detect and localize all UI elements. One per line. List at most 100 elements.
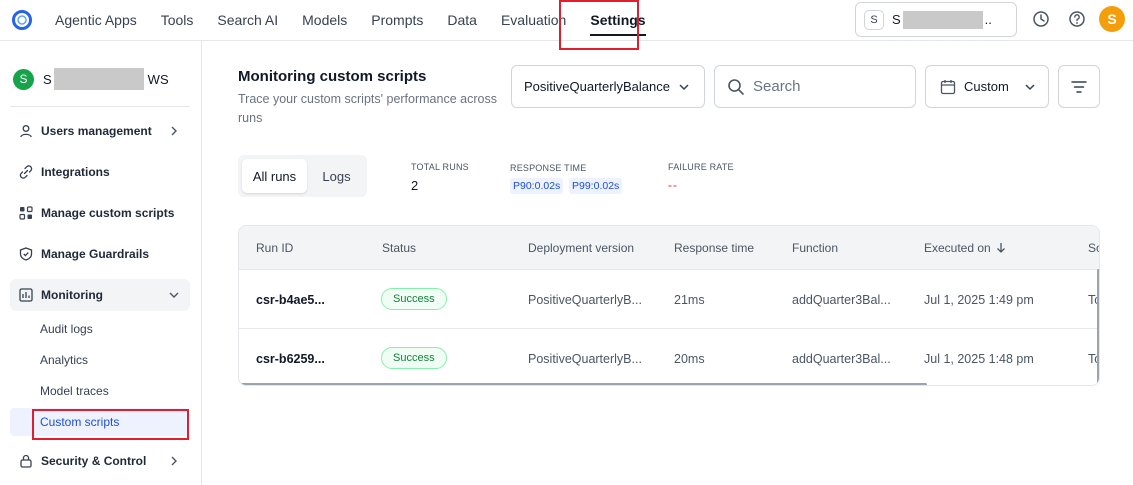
page-title: Monitoring custom scripts: [238, 68, 427, 85]
tab-all-runs[interactable]: All runs: [242, 159, 307, 193]
page-subtitle: Trace your custom scripts' performance a…: [238, 92, 497, 125]
table-header: Run ID Status Deployment version Respons…: [239, 226, 1099, 269]
sidebar-subitem-custom-scripts[interactable]: Custom scripts: [10, 408, 188, 436]
nav-tab-models[interactable]: Models: [290, 0, 359, 40]
sidebar-item-security-control[interactable]: Security & Control: [10, 445, 190, 477]
column-header-executed-on[interactable]: Executed on: [924, 241, 1006, 255]
chevron-right-icon: [171, 126, 177, 136]
sidebar-item-users-management[interactable]: Users management: [10, 115, 190, 147]
cell-run-id[interactable]: csr-b4ae5...: [256, 293, 325, 307]
redacted-block: [53, 68, 144, 90]
sidebar-item-label: Monitoring: [41, 288, 103, 302]
chevron-right-icon: [171, 456, 177, 466]
lock-icon: [19, 454, 33, 468]
cell-deployment-version: PositiveQuarterlyB...: [528, 352, 642, 366]
cell-executed-on: Jul 1, 2025 1:49 pm: [924, 293, 1034, 307]
table-row[interactable]: csr-b6259... Success PositiveQuarterlyB.…: [239, 328, 1099, 385]
sidebar-item-manage-custom-scripts[interactable]: Manage custom scripts: [10, 197, 190, 229]
link-icon: [19, 165, 33, 179]
column-header-function[interactable]: Function: [792, 241, 838, 255]
cell-function: addQuarter3Bal...: [792, 293, 891, 307]
total-runs-label: TOTAL RUNS: [411, 162, 469, 172]
script-select-value: PositiveQuarterlyBalance: [524, 79, 670, 94]
nav-tab-tools[interactable]: Tools: [149, 0, 206, 40]
sidebar-item-integrations[interactable]: Integrations: [10, 156, 190, 188]
search-box[interactable]: [714, 65, 916, 108]
nav-tab-agentic-apps[interactable]: Agentic Apps: [43, 0, 149, 40]
view-tabs: All runs Logs: [238, 155, 367, 197]
nav-tabs: Agentic Apps Tools Search AI Models Prom…: [43, 0, 658, 40]
nav-tab-settings[interactable]: Settings: [578, 0, 657, 40]
history-icon[interactable]: [1032, 10, 1050, 28]
calendar-icon: [940, 79, 956, 94]
shield-icon: [19, 247, 33, 261]
workspace-name: S ..: [892, 10, 992, 29]
chart-icon: [19, 288, 33, 302]
chevron-down-icon: [1025, 84, 1035, 91]
filter-button[interactable]: [1058, 65, 1100, 108]
vertical-scrollbar[interactable]: [1097, 269, 1099, 384]
response-time-label: RESPONSE TIME: [510, 163, 587, 173]
runs-table: Run ID Status Deployment version Respons…: [238, 225, 1100, 386]
column-header-response-time[interactable]: Response time: [674, 241, 754, 255]
p99-badge: P99:0.02s: [569, 178, 623, 194]
workspace-badge: S: [864, 9, 884, 30]
nav-tab-evaluation[interactable]: Evaluation: [489, 0, 578, 40]
chevron-down-icon: [169, 292, 179, 298]
column-header-label: Executed on: [924, 241, 991, 255]
status-badge: Success: [381, 288, 447, 310]
column-header-run-id[interactable]: Run ID: [256, 241, 293, 255]
chevron-down-icon: [679, 84, 689, 91]
top-navigation: Agentic Apps Tools Search AI Models Prom…: [0, 0, 1133, 41]
sidebar-subitem-model-traces[interactable]: Model traces: [10, 377, 188, 405]
sidebar-workspace[interactable]: S S WS: [13, 68, 169, 90]
cell-function: addQuarter3Bal...: [792, 352, 891, 366]
status-badge: Success: [381, 347, 447, 369]
sidebar-item-label: Manage custom scripts: [41, 206, 175, 220]
sidebar-item-monitoring[interactable]: Monitoring: [10, 279, 190, 311]
date-range-value: Custom: [964, 79, 1009, 94]
workspace-selector[interactable]: S S ..: [855, 2, 1017, 37]
date-range-dropdown[interactable]: Custom: [925, 65, 1049, 108]
horizontal-scrollbar[interactable]: [241, 383, 927, 385]
sidebar-item-label: Users management: [41, 124, 152, 138]
search-input[interactable]: [753, 78, 903, 95]
sidebar-item-label: Security & Control: [41, 454, 147, 468]
user-avatar[interactable]: S: [1099, 6, 1125, 32]
sidebar-subitem-analytics[interactable]: Analytics: [10, 346, 188, 374]
cell-run-id[interactable]: csr-b6259...: [256, 352, 325, 366]
sidebar-subitem-audit-logs[interactable]: Audit logs: [10, 315, 188, 343]
workspace-name-suffix: ..: [984, 12, 992, 27]
column-header-source[interactable]: So: [1088, 241, 1099, 255]
failure-rate-value: --: [668, 178, 678, 192]
sidebar-item-manage-guardrails[interactable]: Manage Guardrails: [10, 238, 190, 270]
user-icon: [19, 124, 33, 138]
help-icon[interactable]: [1068, 10, 1086, 28]
script-select-dropdown[interactable]: PositiveQuarterlyBalance: [511, 65, 705, 108]
sidebar-divider: [10, 106, 190, 107]
cell-deployment-version: PositiveQuarterlyB...: [528, 293, 642, 307]
table-row[interactable]: csr-b4ae5... Success PositiveQuarterlyB.…: [239, 269, 1099, 328]
search-icon: [728, 78, 744, 95]
column-header-deployment-version[interactable]: Deployment version: [528, 241, 634, 255]
workspace-name-suffix: WS: [147, 71, 169, 87]
app-logo-icon[interactable]: [11, 9, 33, 31]
scripts-icon: [19, 206, 33, 220]
total-runs-value: 2: [411, 178, 419, 193]
tab-logs[interactable]: Logs: [309, 159, 364, 193]
sidebar-item-label: Integrations: [41, 165, 110, 179]
cell-response-time: 21ms: [674, 293, 705, 307]
sidebar-item-label: Manage Guardrails: [41, 247, 150, 261]
filter-icon: [1071, 80, 1087, 93]
redacted-block: [902, 10, 983, 29]
cell-executed-on: Jul 1, 2025 1:48 pm: [924, 352, 1034, 366]
workspace-name-prefix: S: [892, 12, 901, 27]
workspace-avatar: S: [13, 68, 34, 90]
column-header-status[interactable]: Status: [382, 241, 416, 255]
failure-rate-label: FAILURE RATE: [668, 162, 734, 172]
cell-response-time: 20ms: [674, 352, 705, 366]
workspace-name-prefix: S: [43, 71, 52, 87]
nav-tab-search-ai[interactable]: Search AI: [205, 0, 290, 40]
nav-tab-prompts[interactable]: Prompts: [359, 0, 435, 40]
nav-tab-data[interactable]: Data: [435, 0, 489, 40]
